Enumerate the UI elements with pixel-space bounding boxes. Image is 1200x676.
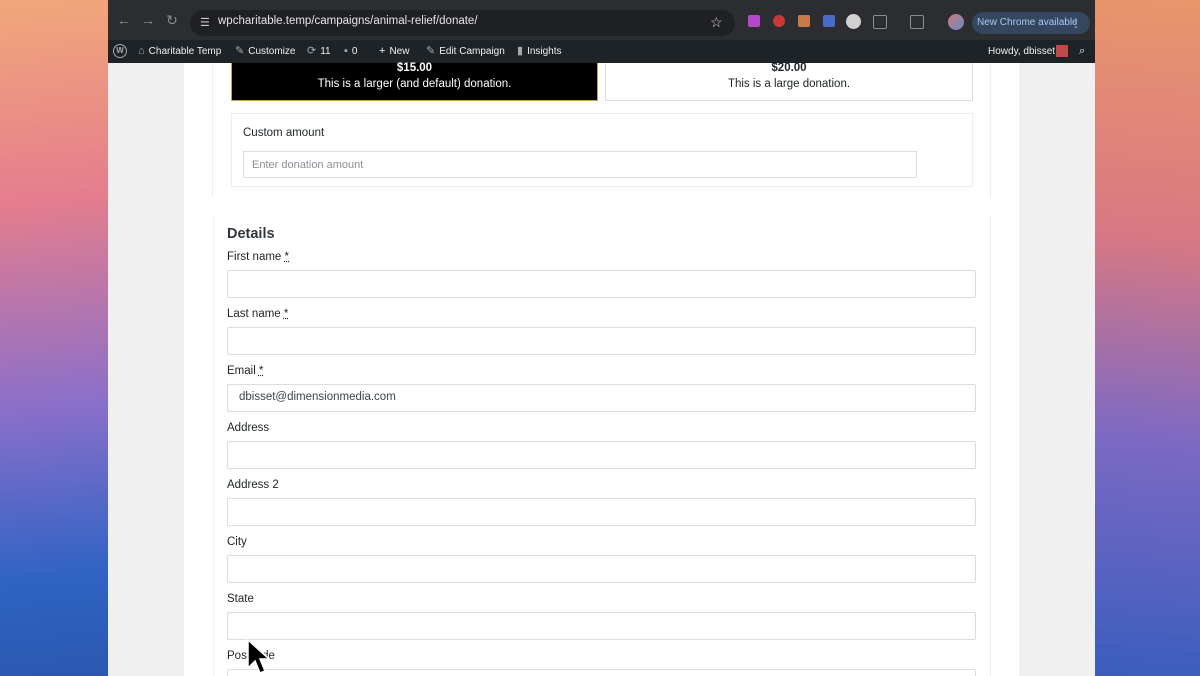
edit-campaign-label: Edit Campaign	[439, 46, 505, 57]
field-label-text: Email	[227, 365, 256, 377]
forward-arrow-icon[interactable]: →	[140, 12, 156, 28]
update-label: New Chrome available	[977, 17, 1078, 28]
brush-icon: ✎	[235, 45, 245, 57]
amount-description: This is a larger (and default) donation.	[317, 78, 512, 90]
comment-icon: ▪	[344, 45, 348, 57]
site-settings-icon[interactable]: ☰	[200, 17, 212, 29]
site-name-label: Charitable Temp	[148, 46, 222, 57]
bookmark-star-icon[interactable]: ☆	[710, 14, 723, 30]
wordpress-logo-icon[interactable]: W	[113, 44, 127, 58]
url-text[interactable]: wpcharitable.temp/campaigns/animal-relie…	[218, 15, 478, 27]
page-gutter-left	[108, 63, 184, 676]
state-label: State	[227, 593, 254, 605]
page-gutter-right	[1019, 63, 1095, 676]
comments-count: 0	[351, 46, 358, 57]
extensions-puzzle-icon[interactable]	[873, 15, 887, 29]
custom-amount-option[interactable]: Custom amount Enter donation amount	[231, 113, 973, 187]
mouse-pointer-icon	[247, 638, 270, 674]
first-name-label: First name *	[227, 251, 289, 263]
extension-icon[interactable]	[823, 15, 835, 27]
address-2-field[interactable]	[227, 498, 976, 526]
donation-form-page: $15.00 This is a larger (and default) do…	[184, 62, 1019, 676]
city-field[interactable]	[227, 555, 976, 583]
extension-icon[interactable]	[748, 15, 760, 27]
extension-icon[interactable]	[773, 15, 785, 27]
kebab-menu-icon: ⋮	[1070, 16, 1082, 30]
address-bar[interactable]: ☰ wpcharitable.temp/campaigns/animal-rel…	[190, 10, 735, 36]
customize-link[interactable]: ✎ Customize	[235, 40, 295, 63]
details-heading: Details	[227, 226, 275, 242]
address-label: Address	[227, 422, 270, 434]
field-label-text: First name	[227, 251, 282, 263]
user-avatar[interactable]	[1056, 45, 1068, 57]
required-marker: *	[284, 251, 290, 263]
amount-value: $15.00	[396, 62, 433, 74]
donation-amount-option-15[interactable]: $15.00 This is a larger (and default) do…	[231, 62, 598, 101]
insights-label: Insights	[527, 46, 562, 57]
new-label: New	[389, 46, 410, 57]
state-field[interactable]	[227, 612, 976, 640]
last-name-field[interactable]	[227, 327, 976, 355]
custom-amount-label: Custom amount	[243, 127, 325, 139]
desktop-wallpaper-left	[0, 0, 108, 676]
amount-description: This is a large donation.	[727, 78, 851, 90]
new-content-link[interactable]: + New	[379, 40, 409, 63]
browser-window: ← → ↻ ☰ wpcharitable.temp/campaigns/anim…	[108, 0, 1095, 676]
pencil-icon: ✎	[426, 45, 436, 57]
required-marker: *	[283, 308, 289, 320]
postcode-field[interactable]	[227, 669, 976, 676]
back-arrow-icon[interactable]: ←	[116, 12, 132, 28]
browser-toolbar: ← → ↻ ☰ wpcharitable.temp/campaigns/anim…	[108, 0, 1095, 40]
email-field[interactable]: dbisset@dimensionmedia.com	[227, 384, 976, 412]
extension-icon[interactable]	[798, 15, 810, 27]
field-label-text: Last name	[227, 308, 281, 320]
email-label: Email *	[227, 365, 263, 377]
custom-amount-input[interactable]: Enter donation amount	[243, 151, 917, 178]
updates-count: 11	[320, 46, 331, 57]
donation-amount-option-20[interactable]: $20.00 This is a large donation.	[605, 62, 973, 101]
plus-icon: +	[379, 45, 386, 57]
updates-link[interactable]: ⟳ 11	[307, 40, 331, 63]
desktop-wallpaper-right	[1095, 0, 1200, 676]
tab-search-icon[interactable]	[910, 15, 924, 29]
site-name-link[interactable]: ⌂ Charitable Temp	[138, 40, 221, 63]
edit-campaign-link[interactable]: ✎ Edit Campaign	[426, 40, 505, 63]
updates-icon: ⟳	[307, 45, 317, 57]
address-field[interactable]	[227, 441, 976, 469]
customize-label: Customize	[248, 46, 296, 57]
search-icon[interactable]: ⌕	[1079, 40, 1085, 63]
profile-avatar[interactable]	[948, 14, 964, 30]
last-name-label: Last name *	[227, 308, 288, 320]
insights-link[interactable]: ▮ Insights	[517, 40, 562, 63]
new-chrome-available-button[interactable]: New Chrome available ⋮	[972, 12, 1090, 34]
first-name-field[interactable]	[227, 270, 976, 298]
amount-value: $20.00	[771, 62, 807, 74]
comments-link[interactable]: ▪ 0	[344, 40, 357, 63]
dashboard-icon: ⌂	[138, 45, 145, 57]
howdy-user[interactable]: Howdy, dbisset	[988, 40, 1055, 63]
extension-icon[interactable]	[846, 14, 861, 29]
bar-chart-icon: ▮	[517, 45, 524, 57]
city-label: City	[227, 536, 247, 548]
wp-admin-bar: W ⌂ Charitable Temp ✎ Customize ⟳ 11 ▪ 0 + Ne…	[108, 40, 1095, 63]
required-marker: *	[258, 365, 264, 377]
address-2-label: Address 2	[227, 479, 279, 491]
reload-icon[interactable]: ↻	[164, 12, 180, 28]
